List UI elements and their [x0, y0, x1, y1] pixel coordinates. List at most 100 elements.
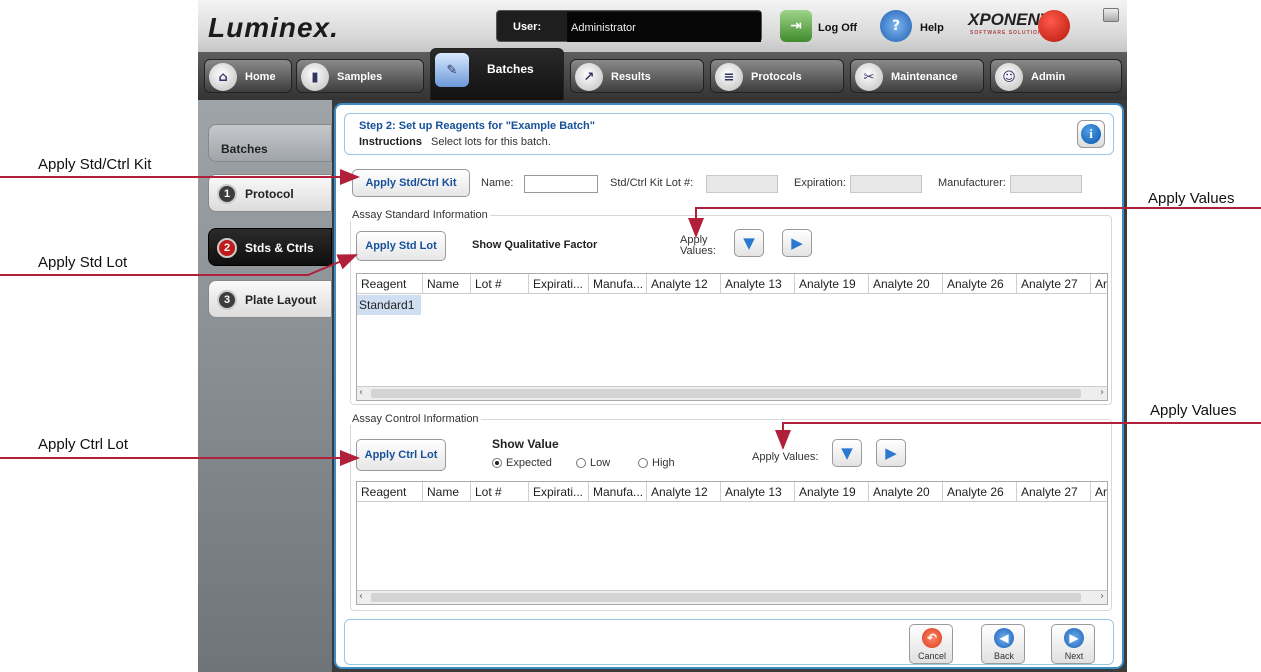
- column-header[interactable]: Expirati...: [529, 482, 589, 502]
- column-header[interactable]: Name: [423, 482, 471, 502]
- apply-ctrl-lot-button[interactable]: Apply Ctrl Lot: [356, 439, 446, 471]
- column-header[interactable]: Name: [423, 274, 471, 294]
- user-value: Administrator: [567, 12, 761, 42]
- maintenance-icon: ✂: [855, 63, 883, 91]
- xponent-window: Luminex. User: Administrator ⇥ Log Off ?…: [198, 0, 1127, 672]
- callout-apply-std-ctrl-kit: Apply Std/Ctrl Kit: [38, 156, 152, 173]
- tab-batches[interactable]: ✎ Batches: [430, 48, 564, 100]
- column-header[interactable]: Analyte 26: [943, 482, 1017, 502]
- show-qualitative-factor[interactable]: Show Qualitative Factor: [472, 239, 597, 251]
- column-header[interactable]: Lot #: [471, 274, 529, 294]
- logoff-icon[interactable]: ⇥: [780, 10, 812, 42]
- arrow-down-icon: ▼: [841, 444, 853, 462]
- main-nav: ⌂ Home ▮ Samples ✎ Batches ↗ Results ≡ P…: [198, 48, 1127, 100]
- scroll-right-icon[interactable]: ›: [1100, 591, 1104, 602]
- radio-high[interactable]: High: [638, 457, 675, 469]
- info-icon: i: [1081, 124, 1101, 144]
- ctrl-apply-right-button[interactable]: ▶: [876, 439, 906, 467]
- column-header[interactable]: Reagent: [357, 274, 423, 294]
- column-header[interactable]: Ar: [1091, 274, 1107, 294]
- scroll-thumb[interactable]: [371, 593, 1081, 602]
- scroll-right-icon[interactable]: ›: [1100, 387, 1104, 398]
- column-header[interactable]: Lot #: [471, 482, 529, 502]
- standard-grid[interactable]: Reagent Name Lot # Expirati... Manufa... Anal…: [356, 273, 1108, 401]
- help-icon[interactable]: ?: [880, 10, 912, 42]
- column-header[interactable]: Analyte 27: [1017, 482, 1091, 502]
- std-apply-right-button[interactable]: ▶: [782, 229, 812, 257]
- column-header[interactable]: Expirati...: [529, 274, 589, 294]
- apply-std-lot-button[interactable]: Apply Std Lot: [356, 231, 446, 261]
- column-header[interactable]: Analyte 13: [721, 482, 795, 502]
- info-button[interactable]: i: [1077, 120, 1105, 148]
- step-number: 1: [217, 184, 237, 204]
- help-button[interactable]: Help: [920, 22, 944, 34]
- step-number: 3: [217, 290, 237, 310]
- column-header[interactable]: Analyte 20: [869, 274, 943, 294]
- tab-label: Admin: [1031, 71, 1066, 83]
- scroll-left-icon[interactable]: ‹: [359, 387, 363, 398]
- column-header[interactable]: Manufa...: [589, 274, 647, 294]
- scroll-left-icon[interactable]: ‹: [359, 591, 363, 602]
- column-header[interactable]: Analyte 20: [869, 482, 943, 502]
- sidebar-item-protocol[interactable]: 1 Protocol: [208, 174, 332, 212]
- arrow-right-icon: ▶: [791, 234, 803, 252]
- instructions-text: Select lots for this batch.: [431, 136, 551, 148]
- back-button[interactable]: ◀ Back: [981, 624, 1025, 664]
- tab-home[interactable]: ⌂ Home: [204, 59, 292, 93]
- radio-label: Expected: [506, 457, 552, 469]
- sidebar-item-label: Plate Layout: [245, 293, 317, 307]
- column-header[interactable]: Analyte 12: [647, 274, 721, 294]
- callout-apply-std-lot: Apply Std Lot: [38, 254, 128, 271]
- next-button[interactable]: ▶ Next: [1051, 624, 1095, 664]
- kit-manufacturer-field: [1010, 175, 1082, 193]
- sidebar-item-stds-ctrls[interactable]: 2 Stds & Ctrls: [208, 228, 332, 266]
- sidebar-item-label: Protocol: [245, 187, 294, 201]
- standard-hscrollbar[interactable]: ‹ ›: [357, 386, 1107, 400]
- protocols-icon: ≡: [715, 63, 743, 91]
- cancel-icon: ↶: [922, 628, 942, 648]
- minimize-button[interactable]: [1103, 8, 1119, 22]
- tab-label: Home: [245, 71, 276, 83]
- column-header[interactable]: Analyte 27: [1017, 274, 1091, 294]
- column-header[interactable]: Reagent: [357, 482, 423, 502]
- kit-name-input[interactable]: [524, 175, 598, 193]
- show-value-label: Show Value: [492, 437, 559, 451]
- control-grid[interactable]: Reagent Name Lot # Expirati... Manufa... Anal…: [356, 481, 1108, 605]
- cancel-label: Cancel: [917, 651, 946, 661]
- column-header[interactable]: Manufa...: [589, 482, 647, 502]
- sidebar-item-plate-layout[interactable]: 3 Plate Layout: [208, 280, 332, 318]
- radio-low[interactable]: Low: [576, 457, 610, 469]
- column-header[interactable]: Analyte 13: [721, 274, 795, 294]
- ctrl-apply-values-label: Apply Values:: [752, 451, 819, 463]
- user-label: User:: [513, 21, 542, 33]
- callout-apply-values-1: Apply Values: [1148, 190, 1235, 207]
- brand-sub: SOFTWARE SOLUTIONS: [970, 30, 1047, 36]
- column-header[interactable]: Analyte 12: [647, 482, 721, 502]
- tab-samples[interactable]: ▮ Samples: [296, 59, 424, 93]
- arrow-down-icon: ▼: [743, 234, 755, 252]
- sidebar: Batches 1 Protocol 2 Stds & Ctrls 3 Plat…: [198, 100, 332, 672]
- sidebar-item-label: Stds & Ctrls: [245, 241, 314, 255]
- radio-label: Low: [590, 457, 611, 469]
- control-hscrollbar[interactable]: ‹ ›: [357, 590, 1107, 604]
- xponent-logo: XPONENT SOFTWARE SOLUTIONS: [968, 8, 1076, 42]
- cancel-button[interactable]: ↶ Cancel: [909, 624, 953, 664]
- column-header[interactable]: Analyte 19: [795, 482, 869, 502]
- tab-protocols[interactable]: ≡ Protocols: [710, 59, 844, 93]
- ctrl-apply-down-button[interactable]: ▼: [832, 439, 862, 467]
- control-grid-header: Reagent Name Lot # Expirati... Manufa... Anal…: [357, 482, 1107, 502]
- scroll-thumb[interactable]: [371, 389, 1081, 398]
- apply-std-ctrl-kit-button[interactable]: Apply Std/Ctrl Kit: [352, 169, 470, 197]
- std-apply-down-button[interactable]: ▼: [734, 229, 764, 257]
- column-header[interactable]: Analyte 19: [795, 274, 869, 294]
- tab-admin[interactable]: ☺ Admin: [990, 59, 1122, 93]
- tab-results[interactable]: ↗ Results: [570, 59, 704, 93]
- logoff-button[interactable]: Log Off: [818, 22, 857, 34]
- user-box: User: Administrator: [496, 10, 762, 42]
- column-header[interactable]: Analyte 26: [943, 274, 1017, 294]
- tab-maintenance[interactable]: ✂ Maintenance: [850, 59, 984, 93]
- column-header[interactable]: Ar: [1091, 482, 1107, 502]
- table-row[interactable]: Standard1: [357, 295, 421, 315]
- radio-expected[interactable]: Expected: [492, 457, 552, 469]
- step-title: Step 2: Set up Reagents for "Example Bat…: [359, 120, 595, 132]
